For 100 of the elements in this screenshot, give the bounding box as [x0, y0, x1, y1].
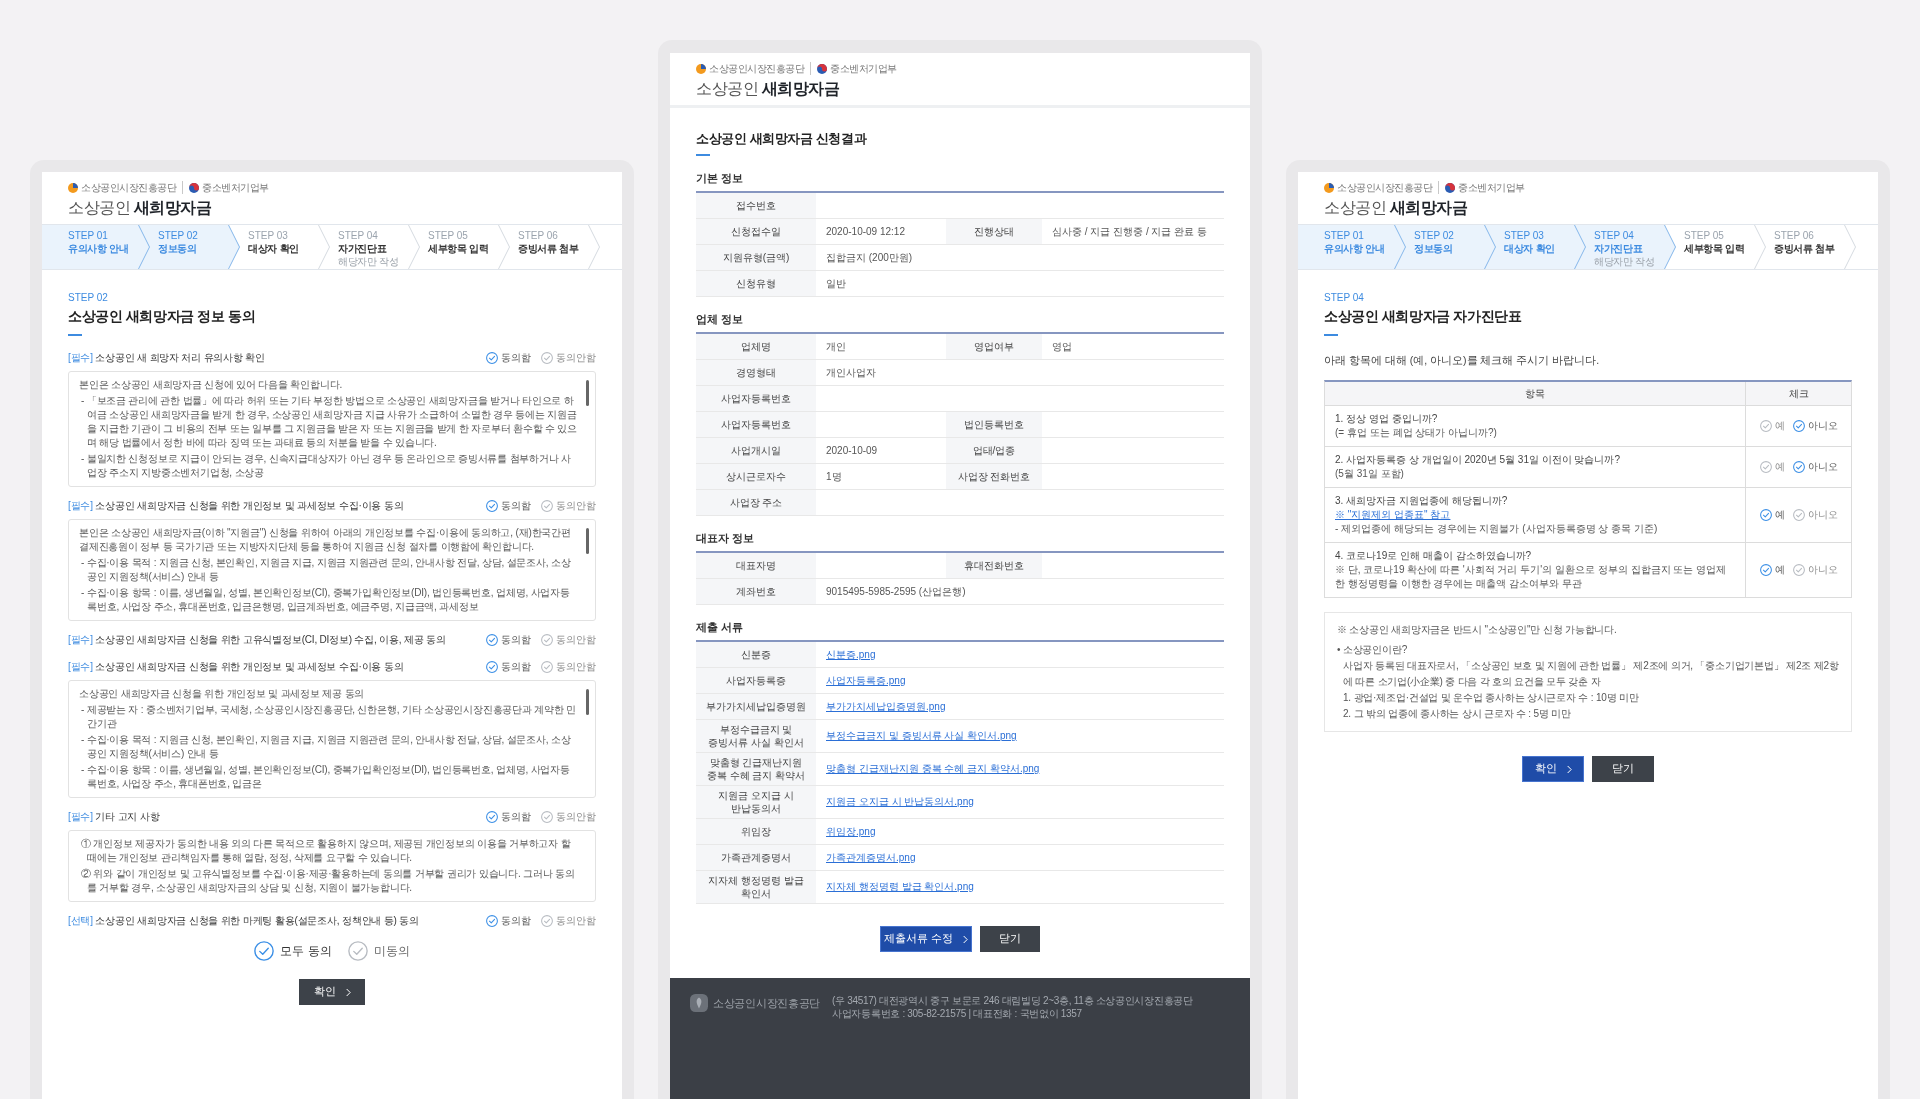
edit-button[interactable]: 제출서류 수정	[880, 926, 972, 952]
terms-paragraph: - 수집·이용 목적 : 지원금 신청, 본인확인, 지원금 지급, 지원금 지원관련 문의, 안내사항 전달, 상담, 설문조사, 소상공인 지원정책(서비스) 안내 등	[80, 733, 572, 761]
field-label-cell: 지자체 행정명령 발급 확인서	[696, 871, 816, 903]
consent-heading: [필수] 소상공인 새희망자금 신청을 위한 고유식별정보(CI, DI정보) 수집, 이용, 제공 동의	[68, 633, 446, 647]
field-label-cell: 사업장 전화번호	[946, 464, 1042, 489]
section-heading: 업체 정보	[696, 312, 744, 327]
radio-option[interactable]: 동의함	[486, 660, 531, 674]
footer-agency-name: 소상공인시장진흥공단	[713, 996, 820, 1011]
consent-heading: [필수] 소상공인 새 희망자 처리 유의사항 확인	[68, 351, 266, 365]
scrollbar-thumb[interactable]	[586, 689, 589, 715]
field-label-cell: 영업여부	[946, 334, 1042, 359]
radio-option[interactable]: 동의안함	[541, 660, 596, 674]
emblem-icon	[817, 63, 827, 74]
step-number: STEP 06	[1774, 230, 1814, 242]
step-label: 유의사항 안내	[1324, 242, 1385, 256]
field-value: 개인사업자	[826, 365, 876, 380]
field-label-cell: 업체명	[696, 334, 816, 359]
terms-paragraph: - 수집·이용 항목 : 이름, 생년월일, 성별, 본인확인정보(CI), 중복가입확인정보(DI), 법인등록번호, 업체명, 사업자등록번호, 사업장 주소, 휴대폰번호, 입금은	[80, 763, 571, 791]
field-label-cell: 맞춤형 긴급재난지원 중복 수혜 금지 확약서	[696, 753, 816, 785]
step-label: 정보동의	[1414, 242, 1453, 256]
step-label: 정보동의	[158, 242, 197, 256]
chevron-right-icon	[1566, 764, 1572, 774]
field-label-cell: 신청접수일	[696, 219, 816, 244]
confirm-button[interactable]: 확인	[299, 979, 365, 1005]
step-number: STEP 04	[338, 230, 378, 242]
close-button[interactable]: 닫기	[1592, 756, 1654, 782]
step-number: STEP 03	[1504, 230, 1544, 242]
radio-option[interactable]: 예	[1759, 460, 1785, 474]
radio-option[interactable]: 동의안함	[541, 499, 596, 513]
field-label-cell: 부정수급금지 및 증빙서류 사실 확인서	[696, 720, 816, 752]
field-label-cell: 법인등록번호	[946, 412, 1042, 437]
file-link[interactable]: 지자체 행정명령 발급 확인서.png	[826, 880, 974, 894]
radio-option[interactable]: 모두 동의	[254, 941, 332, 961]
file-link[interactable]: 부가가치세납입증명원.png	[826, 699, 946, 714]
step-note: 해당자만 작성	[1594, 256, 1655, 268]
radio-option[interactable]: 동의안함	[541, 810, 596, 824]
field-label-cell: 사업자등록번호	[696, 386, 816, 411]
radio-option[interactable]: 예	[1759, 419, 1785, 433]
reference-link[interactable]: ※ "지원제외 업종표" 참고	[1335, 508, 1451, 522]
file-link[interactable]: 가족관계증명서.png	[826, 850, 916, 865]
terms-paragraph: 소상공인 새희망자금 신청을 위한 개인정보 및 과세정보 제공 동의	[79, 687, 366, 701]
field-value: 1명	[826, 469, 842, 484]
radio-option[interactable]: 아니오	[1792, 508, 1838, 522]
file-link[interactable]: 맞춤형 긴급재난지원 중복 수혜 금지 확약서.png	[826, 762, 1040, 776]
notice-text: ※ 소상공인 새희망자금은 반드시 "소상공인"만 신청 가능합니다.	[1337, 623, 1618, 637]
file-link[interactable]: 지원금 오지급 시 반납동의서.png	[826, 795, 974, 809]
notice-text: 사업자 등록된 대표자로서, 「소상공인 보호 및 지원에 관한 법률」 제2조에 의거, 「중소기업기본법」 제2조 제2항에 따른 소기업(小企業) 중 다음 각 호의 요건을 모두 갖춘 자	[1342, 659, 1839, 689]
column-header: 체크	[1745, 382, 1851, 405]
scrollbar-thumb[interactable]	[586, 528, 589, 554]
radio-option[interactable]: 동의함	[486, 351, 531, 365]
close-button[interactable]: 닫기	[980, 926, 1040, 952]
radio-option[interactable]: 동의함	[486, 633, 531, 647]
question-text: 2. 사업자등록증 상 개업일이 2020년 5월 31일 이전이 맞습니까?	[1335, 453, 1621, 467]
radio-option[interactable]: 아니오	[1792, 460, 1838, 474]
file-link[interactable]: 사업자등록증.png	[826, 673, 906, 688]
step-caption: STEP 04	[1324, 292, 1364, 304]
radio-option[interactable]: 동의함	[486, 914, 531, 928]
emblem-icon	[68, 182, 78, 193]
radio-option[interactable]: 동의함	[486, 810, 531, 824]
step-number: STEP 03	[248, 230, 288, 242]
terms-paragraph: - 수집·이용 항목 : 이름, 생년월일, 성별, 본인확인정보(CI), 중복가입확인정보(DI), 법인등록번호, 업체명, 사업자등록번호, 사업장 주소, 휴대폰번호, 입금은행명, 입금계좌번호, 예금주명, 지급금액, 과세정보	[80, 586, 571, 614]
file-link[interactable]: 신분증.png	[826, 647, 876, 662]
radio-option[interactable]: 동의안함	[541, 633, 596, 647]
consent-heading: [필수] 소상공인 새희망자금 신청을 위한 개인정보 및 과세정보 수집·이용 동의	[68, 499, 404, 513]
logo-wordmark: 소상공인시장진흥공단	[1337, 181, 1432, 194]
section-heading: 기본 정보	[696, 171, 744, 186]
logo-wordmark: 소상공인시장진흥공단	[709, 62, 804, 75]
notice-text: • 소상공인이란?	[1337, 643, 1409, 657]
page-title: 소상공인 새희망자금 신청결과	[696, 130, 867, 148]
radio-option[interactable]: 동의안함	[541, 351, 596, 365]
radio-option[interactable]: 예	[1759, 508, 1785, 522]
radio-option[interactable]: 아니오	[1792, 563, 1838, 577]
terms-paragraph: - 불일치한 신청정보로 지급이 안되는 경우, 신속지급대상자가 아닌 경우 등 온라인으로 증빙서류를 첨부하거나 사업장 주소지 지방중소벤처기업청, 소상공	[80, 452, 573, 480]
question-note: (= 휴업 또는 폐업 상태가 아닙니까?)	[1335, 426, 1497, 440]
scrollbar-thumb[interactable]	[586, 380, 589, 406]
logo-wordmark: 중소벤처기업부	[202, 181, 269, 194]
field-value: 일반	[826, 276, 846, 291]
radio-option[interactable]: 동의함	[486, 499, 531, 513]
question-text: 4. 코로나19로 인해 매출이 감소하였습니까?	[1335, 549, 1532, 563]
step-note: 해당자만 작성	[338, 256, 399, 268]
question-text: 1. 정상 영업 중입니까?	[1335, 412, 1438, 426]
confirm-button[interactable]: 확인	[1522, 756, 1584, 782]
field-label-cell: 진행상태	[946, 219, 1042, 244]
field-label-cell: 위임장	[696, 819, 816, 844]
radio-option[interactable]: 미동의	[347, 941, 410, 961]
radio-option[interactable]: 아니오	[1792, 419, 1838, 433]
step-label: 세부항목 입력	[428, 242, 489, 256]
radio-option[interactable]: 동의안함	[541, 914, 596, 928]
terms-paragraph: 본인은 소상공인 새희망자금 신청에 있어 다음을 확인합니다.	[79, 378, 344, 392]
emblem-icon	[696, 63, 706, 74]
file-link[interactable]: 부정수급금지 및 증빙서류 사실 확인서.png	[826, 729, 1017, 743]
field-value: 9015495-5985-2595 (산업은행)	[826, 584, 966, 599]
field-label-cell: 업태/업종	[946, 438, 1042, 463]
step-number: STEP 02	[158, 230, 198, 242]
step-number: STEP 01	[68, 230, 108, 242]
radio-option[interactable]: 예	[1759, 563, 1785, 577]
field-label-cell: 접수번호	[696, 193, 816, 218]
file-link[interactable]: 위임장.png	[826, 824, 876, 839]
step-label: 세부항목 입력	[1684, 242, 1745, 256]
footer-address: 사업자등록번호 : 305-82-21575 | 대표전화 : 국번없이 1357	[832, 1007, 1082, 1020]
